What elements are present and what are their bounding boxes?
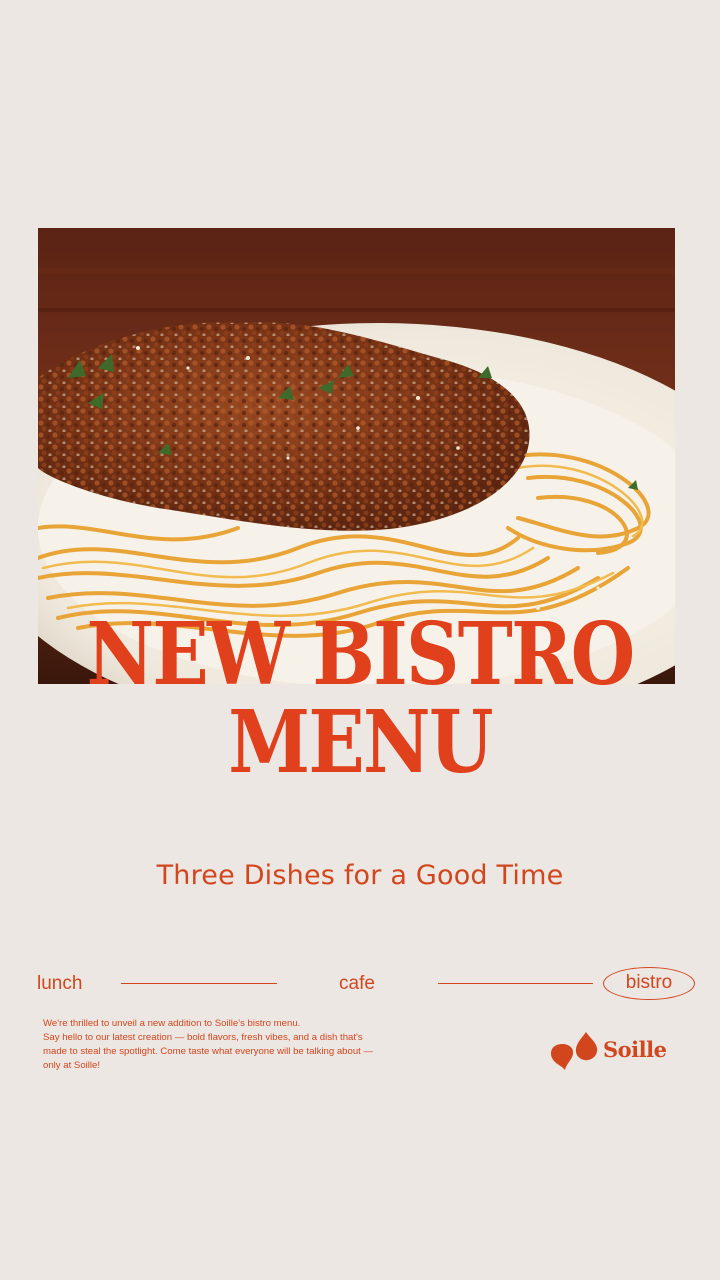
description: We're thrilled to unveil a new addition … bbox=[43, 1017, 423, 1073]
subtitle: Three Dishes for a Good Time bbox=[156, 860, 564, 891]
description-line: Say hello to our latest creation — bold … bbox=[43, 1032, 363, 1043]
nav-item-bistro[interactable]: bistro bbox=[603, 967, 695, 1000]
description-line: We're thrilled to unveil a new addition … bbox=[43, 1018, 301, 1029]
brand-name: Soille bbox=[603, 1037, 667, 1062]
description-line: only at Soille! bbox=[43, 1060, 101, 1071]
nav-divider bbox=[121, 983, 277, 984]
nav-divider bbox=[438, 983, 593, 984]
nav-item-cafe[interactable]: cafe bbox=[339, 972, 375, 996]
description-line: made to steal the spotlight. Come taste … bbox=[43, 1046, 374, 1057]
brand-logo: Soille bbox=[548, 1030, 678, 1072]
poster: NEW BISTRO MENU Three Dishes for a Good … bbox=[0, 0, 720, 1280]
headline-line-2: MENU bbox=[228, 692, 493, 793]
drop-mark-icon bbox=[551, 1032, 598, 1070]
headline-line-1: NEW BISTRO bbox=[86, 604, 635, 705]
nav-item-lunch[interactable]: lunch bbox=[37, 972, 82, 996]
